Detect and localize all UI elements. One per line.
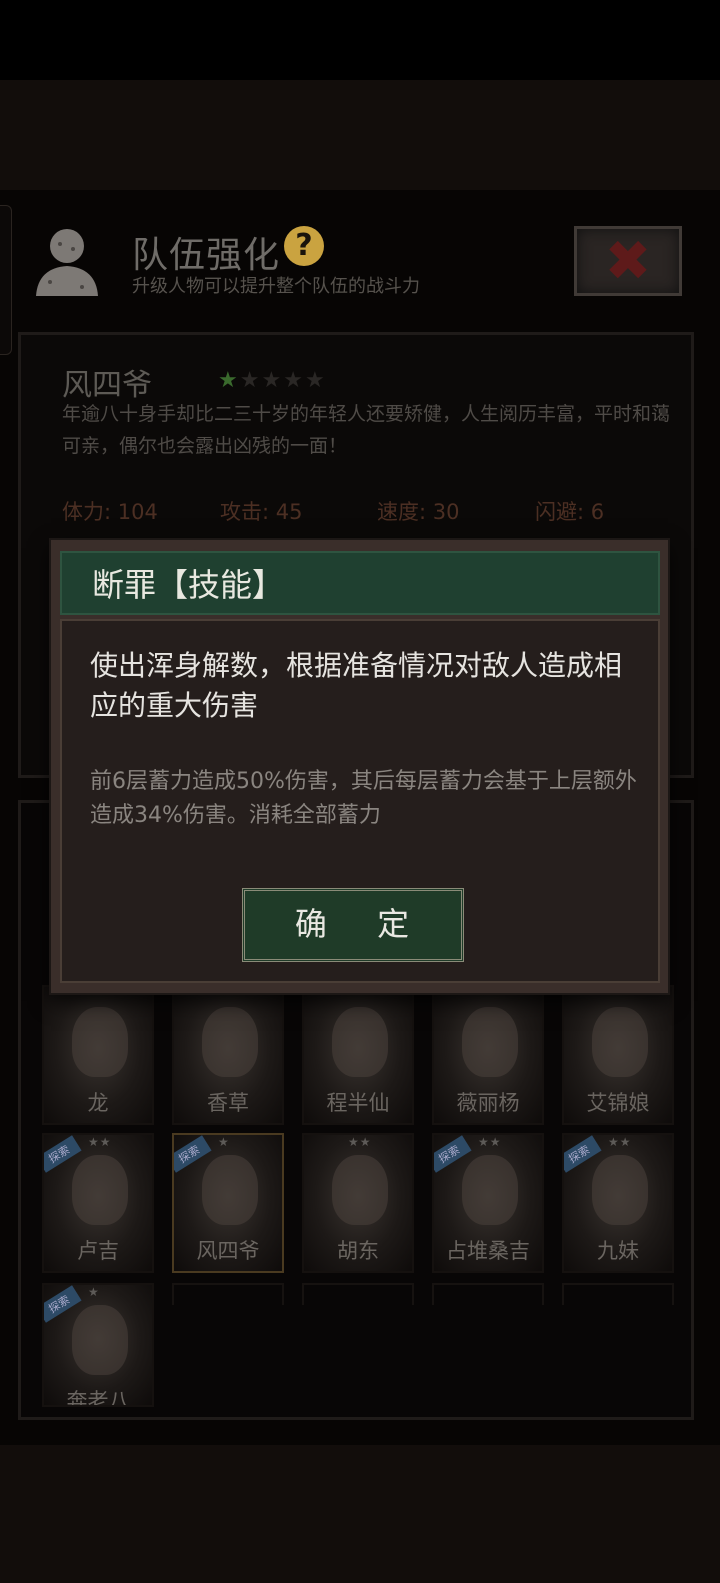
stat-speed: 速度: 30	[377, 500, 460, 524]
character-description: 年逾八十身手却比二三十岁的年轻人还要矫健，人生阅历丰富，平时和蔼可亲，偶尔也会露…	[62, 403, 671, 457]
page-subtitle: 升级人物可以提升整个队伍的战斗力	[132, 276, 420, 297]
portrait	[592, 1155, 648, 1225]
portrait	[72, 1155, 128, 1225]
card-stars: ★★	[478, 1135, 502, 1149]
character-card[interactable]: 艾锦娘	[562, 985, 674, 1125]
character-card[interactable]: ★★ 胡东	[302, 1133, 414, 1273]
portrait	[202, 1007, 258, 1077]
card-stars: ★	[218, 1135, 230, 1149]
explore-badge: 探索	[564, 1135, 602, 1173]
card-stars: ★★	[348, 1135, 372, 1149]
card-name: 程半仙	[326, 1091, 390, 1115]
empty-card-slot	[172, 1283, 284, 1305]
character-card[interactable]: ★★ 探索 占堆桑吉	[432, 1133, 544, 1273]
card-name: 胡东	[337, 1239, 379, 1263]
dialog-title: 断罪【技能】	[92, 566, 285, 604]
bottom-band	[0, 1445, 720, 1583]
card-stars: ★★	[88, 1135, 112, 1149]
character-card[interactable]: ★★ 探索 卢吉	[42, 1133, 154, 1273]
portrait	[202, 1155, 258, 1225]
star-icon: ★	[283, 368, 305, 393]
card-name: 龙	[87, 1091, 109, 1115]
portrait	[72, 1007, 128, 1077]
card-name: 香草	[207, 1091, 249, 1115]
card-name: 奔老八	[66, 1389, 130, 1407]
star-icon: ★	[304, 368, 327, 393]
character-card[interactable]: 香草	[172, 985, 284, 1125]
page-title: 队伍强化	[132, 235, 281, 276]
card-name: 卢吉	[77, 1239, 119, 1263]
character-card[interactable]: ★ 探索 奔老八	[42, 1283, 154, 1407]
card-name: 风四爷	[196, 1239, 260, 1263]
portrait	[462, 1007, 518, 1077]
portrait	[592, 1007, 648, 1077]
portrait	[72, 1305, 128, 1375]
card-name: 九妹	[597, 1239, 639, 1263]
confirm-button[interactable]: 确 定	[242, 888, 464, 962]
skill-detail: 前6层蓄力造成50%伤害，其后每层蓄力会基于上层额外造成34%伤害。消耗全部蓄力	[90, 769, 637, 828]
character-card[interactable]: ★★ 探索 九妹	[562, 1133, 674, 1273]
card-stars: ★★	[608, 1135, 632, 1149]
stat-stamina: 体力: 104	[62, 500, 158, 524]
portrait	[332, 1155, 388, 1225]
star-icon: ★	[239, 368, 262, 393]
empty-card-slot	[562, 1283, 674, 1305]
explore-badge: 探索	[434, 1135, 472, 1173]
portrait	[462, 1155, 518, 1225]
character-rating: ★★★★★	[218, 368, 327, 393]
explore-badge: 探索	[174, 1135, 212, 1173]
team-avatar-icon	[30, 222, 104, 298]
character-card[interactable]: 薇丽杨	[432, 985, 544, 1125]
help-icon[interactable]: ?	[284, 226, 324, 266]
character-card[interactable]: 龙	[42, 985, 154, 1125]
portrait	[332, 1007, 388, 1077]
explore-badge: 探索	[44, 1285, 82, 1323]
stat-attack: 攻击: 45	[220, 500, 303, 524]
explore-badge: 探索	[44, 1135, 82, 1173]
card-name: 薇丽杨	[456, 1091, 520, 1115]
empty-card-slot	[302, 1283, 414, 1305]
stat-dodge: 闪避: 6	[535, 500, 605, 524]
side-drawer-handle[interactable]	[0, 205, 12, 355]
character-card-selected[interactable]: ★ 探索 风四爷	[172, 1133, 284, 1273]
star-icon: ★	[218, 368, 240, 393]
close-icon: ✖	[604, 229, 652, 294]
close-button[interactable]: ✖	[574, 226, 682, 296]
top-band	[0, 80, 720, 190]
star-icon: ★	[261, 368, 284, 393]
skill-description: 使出浑身解数，根据准备情况对敌人造成相应的重大伤害	[90, 649, 623, 722]
empty-card-slot	[432, 1283, 544, 1305]
character-card[interactable]: 程半仙	[302, 985, 414, 1125]
card-name: 占堆桑吉	[446, 1239, 530, 1263]
card-name: 艾锦娘	[586, 1091, 650, 1115]
card-stars: ★	[88, 1285, 100, 1299]
